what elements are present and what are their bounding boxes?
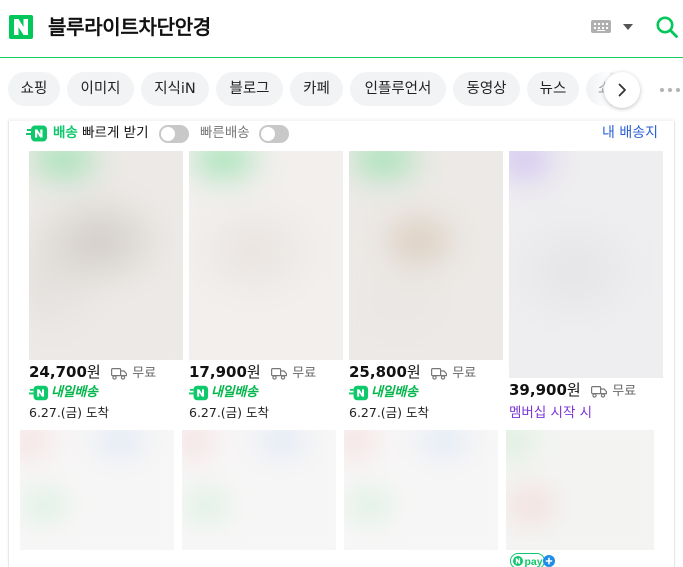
price-row: 24,700원 무료 <box>29 362 156 384</box>
product-card[interactable] <box>344 430 498 550</box>
tab-knowledge-in[interactable]: 지식iN <box>141 72 209 106</box>
shipping-fee: 무료 <box>612 384 637 399</box>
product-thumbnail[interactable] <box>344 430 498 550</box>
fast-delivery-toggle[interactable] <box>159 125 189 143</box>
search-icon[interactable] <box>655 15 679 39</box>
product-card[interactable]: 17,900원 무료 내일배송 6.27.(금) 도착 <box>189 151 343 427</box>
tab-news[interactable]: 뉴스 <box>527 72 579 106</box>
npay-label: pay <box>525 556 543 567</box>
price-unit: 원 <box>406 363 421 381</box>
delivery-tag: 내일배송 <box>371 385 418 400</box>
product-thumbnail[interactable] <box>182 430 336 550</box>
product-thumbnail[interactable] <box>20 430 174 550</box>
delivery-tag: 내일배송 <box>51 385 98 400</box>
product-card[interactable]: 24,700원 무료 내일배송 6.27.(금) 도착 <box>29 151 183 427</box>
price-unit: 원 <box>566 381 581 399</box>
product-price: 39,900 <box>509 381 567 399</box>
caret-down-icon[interactable] <box>623 24 633 30</box>
n-delivery-icon <box>29 385 49 401</box>
truck-icon <box>271 368 288 380</box>
npay-plus-icon: pay <box>510 553 555 567</box>
product-card[interactable] <box>20 430 174 550</box>
more-dots-icon[interactable] <box>660 88 682 94</box>
price-row: 25,800원 무료 <box>349 362 476 384</box>
product-price: 25,800 <box>349 363 407 381</box>
truck-icon <box>591 386 608 398</box>
shipping-fee: 무료 <box>292 366 317 381</box>
quick-delivery-label: 빠른배송 <box>200 125 250 141</box>
product-card[interactable] <box>182 430 336 550</box>
product-thumbnail[interactable] <box>29 151 183 360</box>
fast-delivery-label: 배송 빠르게 받기 <box>53 125 149 141</box>
membership-text: 멤버십 시작 시 <box>509 405 593 421</box>
search-header: 블루라이트차단안경 <box>0 0 683 58</box>
product-thumbnail[interactable] <box>506 430 654 550</box>
tab-images[interactable]: 이미지 <box>67 72 134 106</box>
search-tabs: 쇼핑 이미지 지식iN 블로그 카페 인플루언서 동영상 뉴스 쇼 <box>0 59 683 121</box>
tab-influencer[interactable]: 인플루언서 <box>350 72 446 106</box>
arrival-date: 6.27.(금) 도착 <box>29 405 110 420</box>
delivery-filter-bar: 배송 빠르게 받기 빠른배송 내 배송지 <box>26 123 658 145</box>
n-delivery-icon <box>189 385 209 401</box>
product-thumbnail[interactable] <box>189 151 343 360</box>
arrival-date: 6.27.(금) 도착 <box>189 405 270 420</box>
product-price: 17,900 <box>189 363 247 381</box>
tab-blog[interactable]: 블로그 <box>216 72 283 106</box>
truck-icon <box>431 368 448 380</box>
n-delivery-icon <box>349 385 369 401</box>
product-thumbnail[interactable] <box>509 151 663 378</box>
price-row: 17,900원 무료 <box>189 362 316 384</box>
product-card[interactable]: pay <box>506 430 654 567</box>
my-address-link[interactable]: 내 배송지 <box>602 123 658 143</box>
delivery-tag: 내일배송 <box>211 385 258 400</box>
price-row: 39,900원 무료 <box>509 380 636 402</box>
shipping-fee: 무료 <box>452 366 477 381</box>
tab-cafe[interactable]: 카페 <box>290 72 343 106</box>
n-delivery-icon <box>26 125 47 142</box>
search-query-text[interactable]: 블루라이트차단안경 <box>48 12 211 42</box>
arrival-date: 6.27.(금) 도착 <box>349 405 430 420</box>
price-unit: 원 <box>86 363 101 381</box>
keyboard-icon[interactable] <box>591 20 611 33</box>
tab-video[interactable]: 동영상 <box>453 72 520 106</box>
naver-logo-icon[interactable] <box>9 15 33 39</box>
product-price: 24,700 <box>29 363 87 381</box>
price-unit: 원 <box>246 363 261 381</box>
shipping-fee: 무료 <box>132 366 157 381</box>
truck-icon <box>111 368 128 380</box>
product-card[interactable]: 39,900원 무료 멤버십 시작 시 <box>509 151 663 427</box>
product-thumbnail[interactable] <box>349 151 503 360</box>
chevron-right-icon[interactable] <box>604 72 640 108</box>
quick-delivery-toggle[interactable] <box>259 125 289 143</box>
product-card[interactable]: 25,800원 무료 내일배송 6.27.(금) 도착 <box>349 151 503 427</box>
tab-shopping[interactable]: 쇼핑 <box>8 72 60 106</box>
